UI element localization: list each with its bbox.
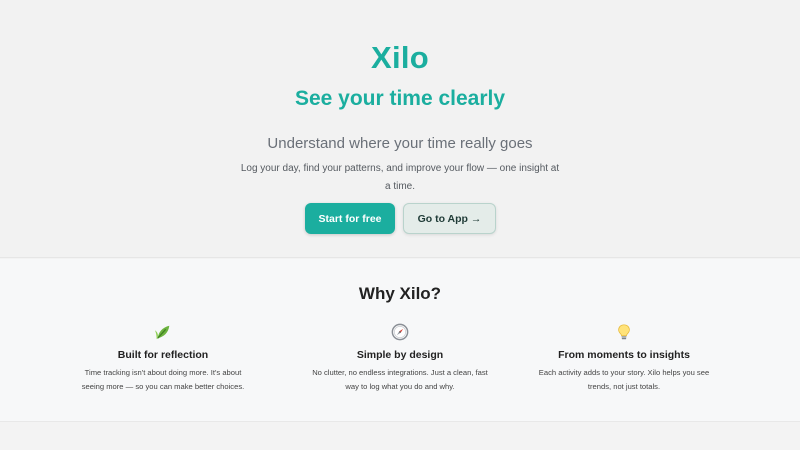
feature-card-simple: Simple by design No clutter, no endless … xyxy=(310,322,490,394)
leaf-icon xyxy=(73,322,253,342)
feature-card-insights: From moments to insights Each activity a… xyxy=(534,322,714,394)
footer-strip xyxy=(0,423,800,450)
feature-title: Simple by design xyxy=(356,349,444,361)
brand-logo: Xilo xyxy=(370,40,430,75)
feature-title: Built for reflection xyxy=(117,349,209,361)
feature-title: From moments to insights xyxy=(558,349,690,361)
feature-description: No clutter, no endless integrations. Jus… xyxy=(312,368,488,391)
hero-headline: See your time clearly xyxy=(294,87,506,110)
compass-icon xyxy=(310,322,490,342)
lightbulb-icon xyxy=(534,322,714,342)
feature-description: Time tracking isn't about doing more. It… xyxy=(81,368,245,391)
feature-description: Each activity adds to your story. Xilo h… xyxy=(538,368,710,391)
go-to-app-button[interactable]: Go to App → xyxy=(403,203,496,234)
hero-subheadline: Understand where your time really goes xyxy=(267,135,533,152)
section-title: Why Xilo? xyxy=(358,284,442,303)
features-section: Why Xilo? Built for reflection Time trac… xyxy=(0,259,800,422)
start-for-free-button[interactable]: Start for free xyxy=(305,203,395,234)
hero-blurb: Log your day, find your patterns, and im… xyxy=(240,163,560,192)
hero-section: Xilo See your time clearly Understand wh… xyxy=(0,0,800,258)
feature-card-reflection: Built for reflection Time tracking isn't… xyxy=(73,322,253,394)
